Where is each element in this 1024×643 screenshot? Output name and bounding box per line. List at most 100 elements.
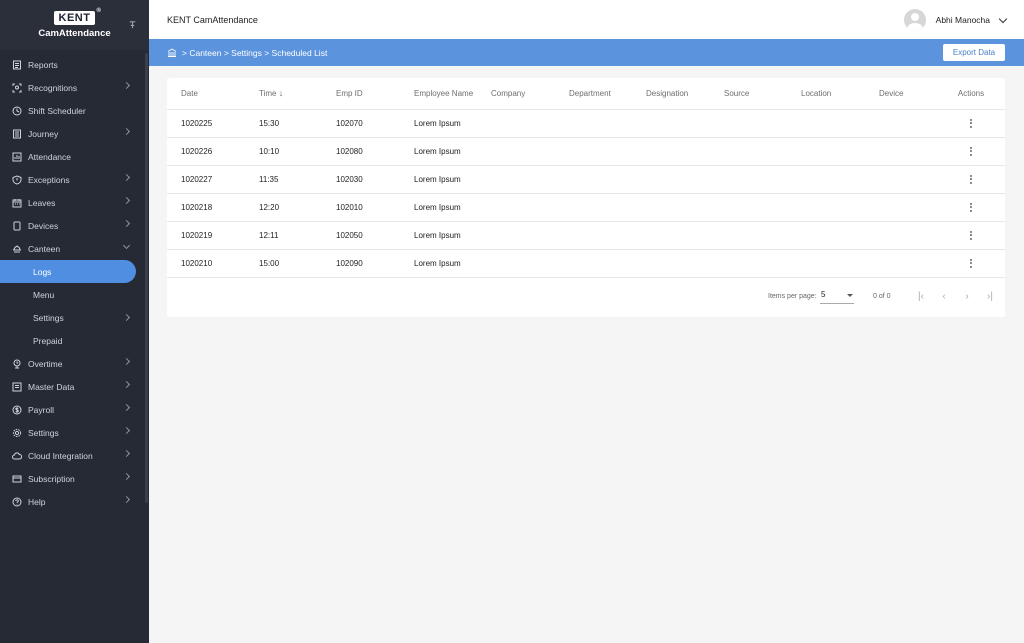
more-vertical-icon[interactable] — [970, 230, 972, 240]
table-cell — [787, 109, 865, 138]
more-vertical-icon[interactable] — [970, 202, 972, 212]
more-vertical-icon[interactable] — [970, 258, 972, 268]
table-cell — [787, 221, 865, 250]
table-cell — [865, 193, 937, 222]
table-cell — [632, 193, 710, 222]
more-vertical-icon[interactable] — [970, 118, 972, 128]
table-cell — [710, 109, 787, 138]
column-header-actions[interactable]: Actions — [937, 78, 1005, 110]
sidebar-item-help[interactable]: Help — [0, 490, 149, 513]
table-row[interactable]: 1020227 11:35 102030 Lorem Ipsum — [167, 165, 1005, 194]
sidebar-item-reports[interactable]: Reports — [0, 53, 149, 76]
table-cell — [787, 137, 865, 166]
sidebar-item-label: Settings — [28, 427, 59, 438]
app-name: CamAttendance — [38, 28, 111, 39]
table-header-row: Date Time ↓ Emp ID Employee Name Company Depa… — [167, 78, 1005, 110]
sidebar-item-label: Devices — [28, 220, 59, 231]
items-per-page-select[interactable]: 5 — [820, 290, 854, 304]
home-icon[interactable] — [167, 48, 177, 57]
help-icon — [12, 497, 22, 507]
user-menu[interactable]: Abhi Manocha — [903, 9, 1008, 31]
sidebar-subitem-prepaid[interactable]: Prepaid — [0, 329, 149, 352]
column-header-employee-name[interactable]: Employee Name — [400, 78, 477, 110]
sidebar-item-attendance[interactable]: Attendance — [0, 145, 149, 168]
user-name[interactable]: Abhi Manocha — [936, 15, 990, 25]
sidebar-subitem-logs[interactable]: Logs — [0, 260, 136, 283]
breadcrumb-path[interactable]: > Canteen > Settings > Scheduled List — [182, 48, 327, 58]
table-row[interactable]: 1020218 12:20 102010 Lorem Ipsum — [167, 193, 1005, 222]
chevron-right-icon — [122, 173, 131, 182]
sidebar-subitem-label: Logs — [33, 266, 52, 277]
items-per-page-label: Items per page: — [768, 293, 817, 300]
sidebar-subitem-menu[interactable]: Menu — [0, 283, 149, 306]
sidebar-item-label: Help — [28, 496, 46, 507]
column-header-source[interactable]: Source — [710, 78, 787, 110]
table-cell — [632, 221, 710, 250]
sidebar-item-recognitions[interactable]: Recognitions — [0, 76, 149, 99]
table-row[interactable]: 1020226 10:10 102080 Lorem Ipsum — [167, 137, 1005, 166]
sidebar-item-label: Canteen — [28, 243, 61, 254]
table-cell — [555, 137, 632, 166]
pin-icon[interactable] — [128, 20, 136, 29]
sidebar-item-payroll[interactable]: Payroll — [0, 398, 149, 421]
sidebar-item-label: Overtime — [28, 358, 63, 369]
table-cell: 102070 — [322, 109, 400, 138]
sidebar-subitem-settings[interactable]: Settings — [0, 306, 149, 329]
sidebar-item-master-data[interactable]: Master Data — [0, 375, 149, 398]
next-page-icon[interactable]: › — [960, 290, 974, 304]
sidebar-item-cloud-integration[interactable]: Cloud Integration — [0, 444, 149, 467]
sidebar-item-exceptions[interactable]: Exceptions — [0, 168, 149, 191]
top-bar: KENT CamAttendance Abhi Manocha — [149, 0, 1024, 39]
overtime-icon — [12, 359, 22, 369]
recognition-icon — [12, 83, 22, 93]
row-actions-cell — [937, 137, 1005, 166]
sort-arrow-down-icon[interactable]: ↓ — [279, 88, 284, 98]
column-header-designation[interactable]: Designation — [632, 78, 710, 110]
export-data-button[interactable]: Export Data — [943, 44, 1005, 61]
chevron-right-icon — [122, 81, 131, 90]
sidebar-item-subscription[interactable]: Subscription — [0, 467, 149, 490]
table-cell — [477, 249, 555, 278]
last-page-icon[interactable]: ›| — [983, 290, 997, 304]
sidebar-subitem-label: Prepaid — [33, 335, 63, 346]
sidebar-item-settings[interactable]: Settings — [0, 421, 149, 444]
table-cell: 102030 — [322, 165, 400, 194]
sidebar-item-label: Master Data — [28, 381, 75, 392]
column-header-emp-id[interactable]: Emp ID — [322, 78, 400, 110]
column-header-time[interactable]: Time ↓ — [245, 78, 322, 110]
column-header-company[interactable]: Company — [477, 78, 555, 110]
first-page-icon[interactable]: |‹ — [914, 290, 928, 304]
chevron-right-icon — [122, 495, 131, 504]
sidebar-item-overtime[interactable]: Overtime — [0, 352, 149, 375]
logs-table: Date Time ↓ Emp ID Employee Name Company Depa… — [167, 78, 1005, 278]
column-header-date[interactable]: Date — [167, 78, 245, 110]
column-header-department[interactable]: Department — [555, 78, 632, 110]
table-cell: 12:20 — [245, 193, 322, 222]
chevron-right-icon — [122, 426, 131, 435]
breadcrumb-bar: > Canteen > Settings > Scheduled List Ex… — [149, 39, 1024, 66]
sidebar-subitem-label: Settings — [33, 312, 64, 323]
chevron-down-icon[interactable] — [998, 14, 1008, 23]
sidebar-item-canteen[interactable]: Canteen — [0, 237, 149, 260]
sidebar-item-label: Exceptions — [28, 174, 70, 185]
table-cell: Lorem Ipsum — [400, 109, 477, 138]
avatar[interactable] — [903, 9, 926, 31]
sidebar-item-shift-scheduler[interactable]: Shift Scheduler — [0, 99, 149, 122]
column-header-location[interactable]: Location — [787, 78, 865, 110]
table-cell: 15:00 — [245, 249, 322, 278]
column-header-device[interactable]: Device — [865, 78, 937, 110]
table-cell — [865, 249, 937, 278]
sidebar-item-leaves[interactable]: Leaves — [0, 191, 149, 214]
sidebar-item-label: Subscription — [28, 473, 75, 484]
sidebar-item-devices[interactable]: Devices — [0, 214, 149, 237]
more-vertical-icon[interactable] — [970, 146, 972, 156]
table-cell: 1020227 — [167, 165, 245, 194]
previous-page-icon[interactable]: ‹ — [937, 290, 951, 304]
table-row[interactable]: 1020225 15:30 102070 Lorem Ipsum — [167, 109, 1005, 138]
table-cell — [787, 193, 865, 222]
table-row[interactable]: 1020210 15:00 102090 Lorem Ipsum — [167, 249, 1005, 278]
sidebar-item-journey[interactable]: Journey — [0, 122, 149, 145]
more-vertical-icon[interactable] — [970, 174, 972, 184]
sidebar-subitem-label: Menu — [33, 289, 55, 300]
table-row[interactable]: 1020219 12:11 102050 Lorem Ipsum — [167, 221, 1005, 250]
